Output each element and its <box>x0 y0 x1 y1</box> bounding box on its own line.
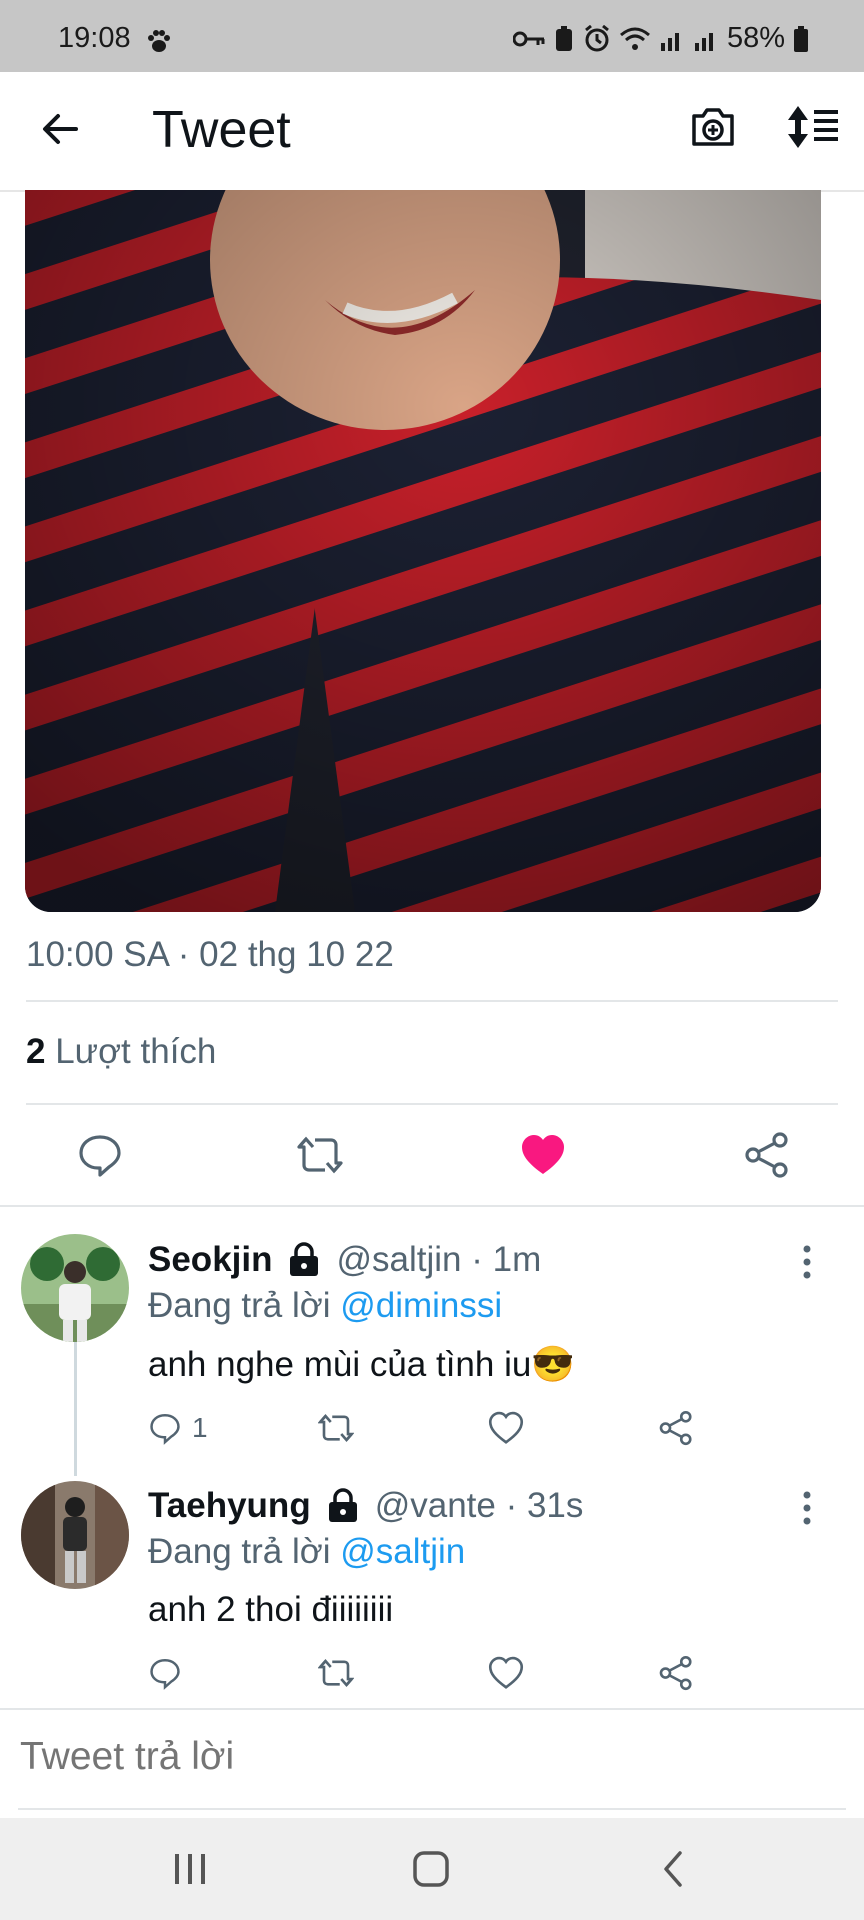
divider <box>26 1103 838 1105</box>
divider <box>18 1808 846 1810</box>
system-nav-bar <box>0 1818 864 1920</box>
replying-prefix: Đang trả lời <box>148 1532 331 1571</box>
home-icon[interactable] <box>412 1850 450 1888</box>
retweet-icon[interactable] <box>318 1410 354 1446</box>
replying-prefix: Đang trả lời <box>148 1286 331 1325</box>
back-arrow-icon[interactable] <box>36 104 86 154</box>
avatar[interactable] <box>21 1481 129 1589</box>
replying-to: Đang trả lời @saltjin <box>148 1532 465 1572</box>
lock-icon <box>328 1488 357 1522</box>
likes-count: 2 <box>26 1032 46 1071</box>
reply-icon <box>150 1414 180 1445</box>
thread-line <box>74 1342 77 1476</box>
reply-button[interactable] <box>148 1655 192 1691</box>
camera-icon[interactable] <box>688 102 738 152</box>
share-icon[interactable] <box>658 1655 694 1691</box>
app-bar: Tweet <box>0 72 864 192</box>
battery-percent: 58% <box>726 22 785 54</box>
reply-header: Taehyung @vante · 31s <box>148 1486 583 1526</box>
more-options-icon[interactable] <box>801 1244 813 1280</box>
like-filled-icon[interactable] <box>519 1131 567 1179</box>
replying-to: Đang trả lời @diminssi <box>148 1286 502 1326</box>
tweet-timestamp: 10:00 SA · 02 thg 10 22 <box>26 935 394 974</box>
page-title: Tweet <box>152 101 291 159</box>
reply-count: 1 <box>192 1412 208 1443</box>
status-time: 19:08 <box>58 22 131 54</box>
battery-saver-icon <box>555 25 572 51</box>
alarm-icon <box>585 24 609 51</box>
reply-author-handle: @saltjin · 1m <box>336 1240 542 1279</box>
reply-header: Seokjin @saltjin · 1m <box>148 1240 541 1280</box>
reply-author-name[interactable]: Seokjin <box>148 1240 272 1280</box>
reply-button[interactable]: 1 <box>148 1410 208 1446</box>
tweet-photo[interactable] <box>25 190 821 912</box>
lock-icon <box>290 1242 319 1276</box>
paw-icon <box>148 30 170 52</box>
divider <box>26 1000 838 1002</box>
like-icon[interactable] <box>488 1655 524 1691</box>
like-icon[interactable] <box>488 1410 524 1446</box>
status-bar: 19:08 58% <box>0 0 864 72</box>
avatar[interactable] <box>21 1234 129 1342</box>
share-icon[interactable] <box>658 1410 694 1446</box>
key-icon <box>512 31 545 46</box>
reply-icon <box>150 1659 180 1690</box>
retweet-icon[interactable] <box>318 1655 354 1691</box>
reply-icon[interactable] <box>76 1131 124 1179</box>
battery-icon <box>794 25 808 52</box>
reply-text: anh nghe mùi của tình iu😎 <box>148 1345 575 1384</box>
wifi-icon <box>619 27 650 50</box>
status-icons: 58% <box>512 22 809 55</box>
signal-icon-2 <box>694 32 713 51</box>
signal-icon-1 <box>660 32 679 51</box>
likes-label: Lượt thích <box>55 1032 217 1071</box>
mention-link[interactable]: @diminssi <box>340 1286 502 1325</box>
reply-text: anh 2 thoi điiiiiiii <box>148 1590 394 1629</box>
reply-author-name[interactable]: Taehyung <box>148 1486 311 1526</box>
divider <box>0 1205 864 1207</box>
likes-summary[interactable]: 2 Lượt thích <box>26 1032 216 1072</box>
recent-apps-icon[interactable] <box>172 1852 208 1886</box>
share-icon[interactable] <box>743 1131 791 1179</box>
more-options-icon[interactable] <box>801 1490 813 1526</box>
reply-author-handle: @vante · 31s <box>374 1486 584 1525</box>
back-nav-icon[interactable] <box>660 1850 686 1888</box>
sort-icon[interactable] <box>784 102 840 152</box>
retweet-icon[interactable] <box>296 1131 344 1179</box>
reply-composer <box>0 1710 864 1810</box>
mention-link[interactable]: @saltjin <box>340 1532 465 1571</box>
reply-input[interactable] <box>18 1734 842 1780</box>
